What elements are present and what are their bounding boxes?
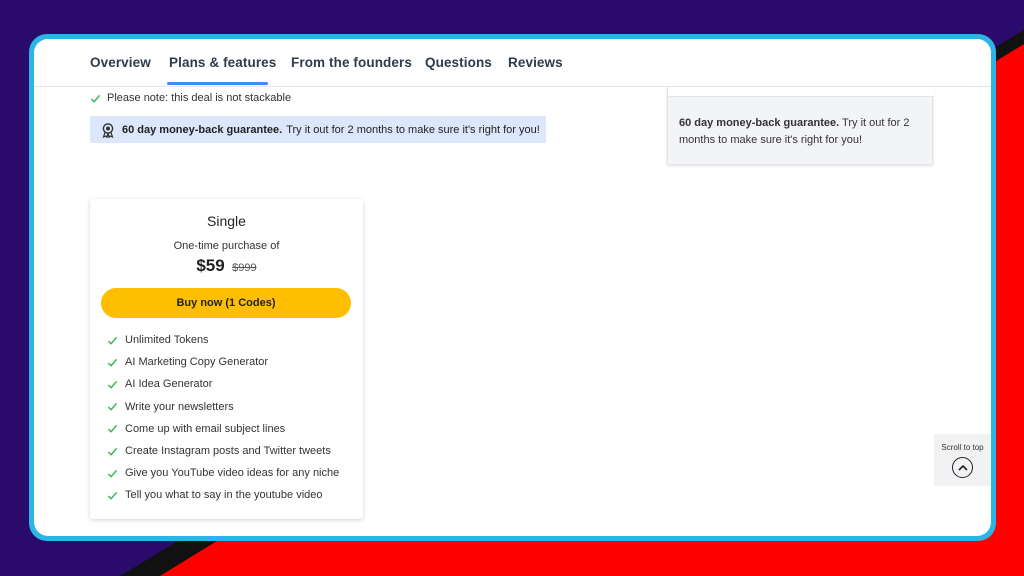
stackable-note-text: Please note: this deal is not stackable [107,92,292,104]
feature-text: Come up with email subject lines [125,422,286,435]
feature-text: Create Instagram posts and Twitter tweet… [125,445,331,458]
feature-text: AI Idea Generator [125,378,213,391]
tab-reviews[interactable]: Reviews [508,55,563,70]
check-icon [107,358,118,367]
check-icon [107,402,118,411]
page-content: Overview Plans & features From the found… [34,39,991,536]
plan-name: Single [207,213,246,229]
scroll-to-top-button[interactable]: Scroll to top [934,434,991,486]
plan-card-single: Single One-time purchase of $59 $999 Buy… [90,199,363,519]
plan-subtitle: One-time purchase of [173,240,280,252]
feature-text: Tell you what to say in the youtube vide… [125,489,323,502]
feature-item: Create Instagram posts and Twitter tweet… [107,440,339,462]
stackable-note: Please note: this deal is not stackable [90,92,291,104]
check-icon [107,425,118,434]
feature-item: Tell you what to say in the youtube vide… [107,484,339,506]
plan-old-price: $999 [232,262,257,274]
feature-text: Give you YouTube video ideas for any nic… [125,467,340,480]
feature-item: Unlimited Tokens [107,329,339,351]
tab-plans-features[interactable]: Plans & features [169,55,276,70]
feature-text: AI Marketing Copy Generator [125,356,269,369]
guarantee-bold: 60 day money-back guarantee. [122,123,283,136]
active-tab-indicator [167,82,268,85]
chevron-up-icon [952,457,973,478]
check-icon [107,336,118,345]
feature-item: Give you YouTube video ideas for any nic… [107,462,339,484]
guarantee-banner: 60 day money-back guarantee. Try it out … [90,116,546,143]
guarantee-text: Try it out for 2 months to make sure it'… [286,123,540,136]
plan-price: $59 [196,256,225,275]
side-guarantee-card: 60 day money-back guarantee. Try it out … [667,79,934,165]
tab-questions[interactable]: Questions [425,55,492,70]
feature-text: Unlimited Tokens [125,334,209,347]
tab-from-the-founders[interactable]: From the founders [291,55,412,70]
check-icon [107,380,118,389]
check-icon [107,469,118,478]
check-icon [107,447,118,456]
ribbon-badge-icon [102,122,114,138]
check-icon [107,491,118,500]
scroll-to-top-label: Scroll to top [941,443,984,452]
feature-item: Come up with email subject lines [107,418,339,440]
feature-item: AI Idea Generator [107,373,339,395]
tab-bar: Overview Plans & features From the found… [34,39,991,87]
tab-overview[interactable]: Overview [90,55,151,70]
feature-list: Unlimited Tokens AI Marketing Copy Gener… [107,329,339,507]
check-icon [90,94,101,103]
buy-now-button[interactable]: Buy now (1 Codes) [101,288,351,318]
feature-text: Write your newsletters [125,400,234,413]
side-card-bold: 60 day money-back guarantee. [679,117,840,129]
side-card-text: 60 day money-back guarantee. Try it out … [679,115,919,149]
feature-item: Write your newsletters [107,396,339,418]
price-row: $59 $999 [90,256,363,276]
feature-item: AI Marketing Copy Generator [107,351,339,373]
